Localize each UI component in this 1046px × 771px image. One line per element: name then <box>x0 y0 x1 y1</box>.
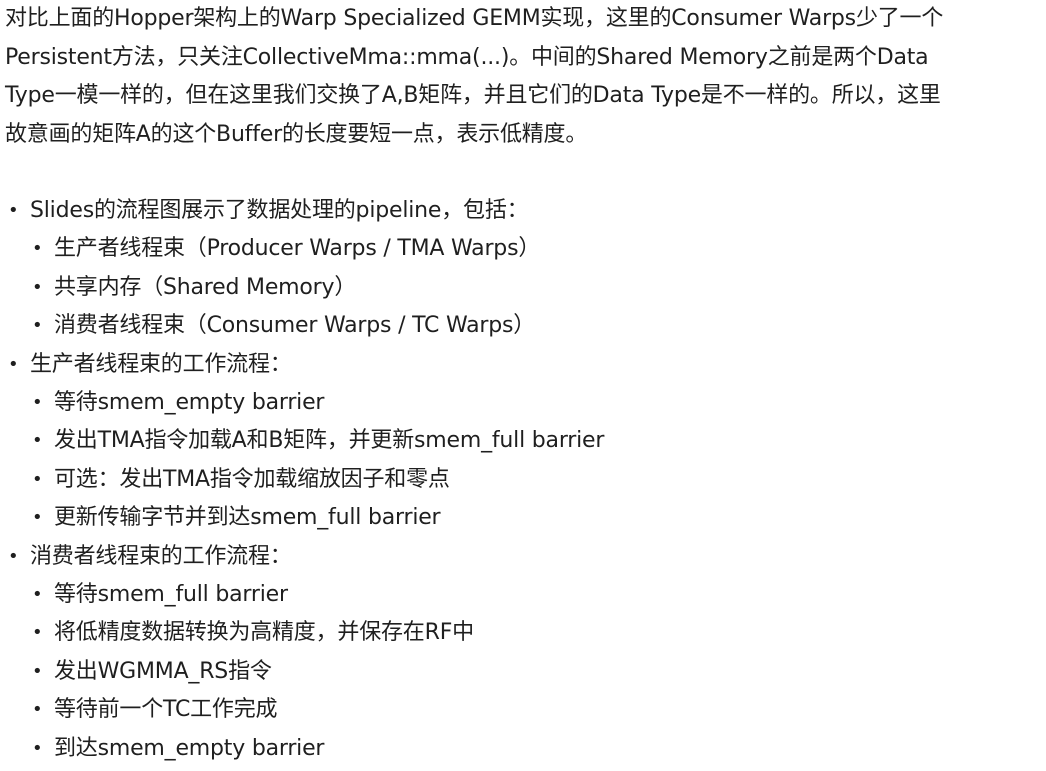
list-item: • 到达smem_empty barrier <box>5 730 1038 768</box>
item-text: 消费者线程束（Consumer Warps / TC Warps） <box>54 313 536 339</box>
intro-line: 故意画的矩阵A的这个Buffer的长度要短一点，表示低精度。 <box>5 121 588 147</box>
bullet-icon: • <box>32 622 43 644</box>
bullet-icon: • <box>32 660 43 682</box>
section-title: 消费者线程束的工作流程： <box>30 543 292 569</box>
item-text: 发出WGMMA_RS指令 <box>54 658 272 684</box>
sub-list: • 等待smem_empty barrier • 发出TMA指令加载A和B矩阵，并更… <box>5 384 1038 538</box>
bullet-icon: • <box>32 276 43 298</box>
item-text: 等待smem_full barrier <box>54 582 288 608</box>
item-text: 更新传输字节并到达smem_full barrier <box>54 505 441 531</box>
list-item: • 消费者线程束的工作流程： • 等待smem_full barrier • 将低精… <box>5 538 1038 768</box>
list-item: • 可选：发出TMA指令加载缩放因子和零点 <box>5 461 1038 499</box>
list-item: • 发出WGMMA_RS指令 <box>5 653 1038 691</box>
intro-paragraph: 对比上面的Hopper架构上的Warp Specialized GEMM实现，这… <box>5 0 1038 154</box>
sub-list: • 等待smem_full barrier • 将低精度数据转换为高精度，并保存在R… <box>5 576 1038 768</box>
bullet-icon: • <box>32 392 43 414</box>
list-item: • 生产者线程束（Producer Warps / TMA Warps） <box>5 230 1038 268</box>
item-text: 生产者线程束（Producer Warps / TMA Warps） <box>54 236 541 262</box>
bullet-icon: • <box>32 507 43 529</box>
list-item: • 将低精度数据转换为高精度，并保存在RF中 <box>5 614 1038 652</box>
item-text: 可选：发出TMA指令加载缩放因子和零点 <box>54 466 450 492</box>
sub-list: • 生产者线程束（Producer Warps / TMA Warps） • 共享内… <box>5 230 1038 345</box>
list-item: • 发出TMA指令加载A和B矩阵，并更新smem_full barrier <box>5 422 1038 460</box>
intro-line: 对比上面的Hopper架构上的Warp Specialized GEMM实现，这… <box>5 6 944 31</box>
page: 对比上面的Hopper架构上的Warp Specialized GEMM实现，这… <box>0 0 1046 771</box>
item-text: 到达smem_empty barrier <box>54 735 325 761</box>
item-text: 共享内存（Shared Memory） <box>54 274 357 300</box>
list-item: • 消费者线程束（Consumer Warps / TC Warps） <box>5 307 1038 345</box>
bullet-icon: • <box>32 584 43 606</box>
list-item: • 共享内存（Shared Memory） <box>5 269 1038 307</box>
intro-line: Type一模一样的，但在这里我们交换了A,B矩阵，并且它们的Data Type是… <box>5 83 941 108</box>
bullet-icon: • <box>32 737 43 759</box>
item-text: 发出TMA指令加载A和B矩阵，并更新smem_full barrier <box>54 428 605 454</box>
list-item: • 生产者线程束的工作流程： • 等待smem_empty barrier • 发出… <box>5 346 1038 538</box>
bullet-icon: • <box>32 238 43 260</box>
item-text: 等待smem_empty barrier <box>54 390 325 416</box>
bullet-icon: • <box>32 315 43 337</box>
item-text: 等待前一个TC工作完成 <box>54 697 278 723</box>
list-item: • 等待smem_empty barrier <box>5 384 1038 422</box>
bullet-icon: • <box>32 468 43 490</box>
section-title: 生产者线程束的工作流程： <box>30 351 292 377</box>
section-title: Slides的流程图展示了数据处理的pipeline，包括： <box>30 198 529 223</box>
list-item: • Slides的流程图展示了数据处理的pipeline，包括： • 生产者线程束… <box>5 192 1038 346</box>
outline-list: • Slides的流程图展示了数据处理的pipeline，包括： • 生产者线程束… <box>5 192 1038 768</box>
bullet-icon: • <box>8 200 19 221</box>
intro-line: Persistent方法，只关注CollectiveMma::mma(...)。… <box>5 44 929 70</box>
list-item: • 等待smem_full barrier <box>5 576 1038 614</box>
bullet-icon: • <box>8 545 19 567</box>
bullet-icon: • <box>32 430 43 452</box>
bullet-icon: • <box>32 699 43 721</box>
list-item: • 更新传输字节并到达smem_full barrier <box>5 499 1038 537</box>
item-text: 将低精度数据转换为高精度，并保存在RF中 <box>54 620 474 646</box>
list-item: • 等待前一个TC工作完成 <box>5 691 1038 729</box>
bullet-icon: • <box>8 353 19 375</box>
